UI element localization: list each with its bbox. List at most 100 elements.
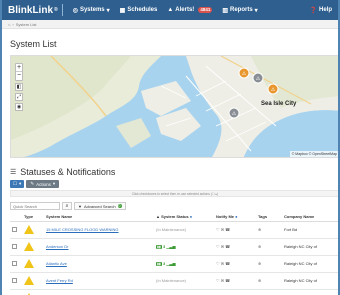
map-layers-button[interactable]: ◧ — [15, 83, 23, 91]
search-icon: ⌕ — [65, 203, 69, 209]
system-status: 3 — [162, 261, 166, 266]
notify-icons[interactable]: ♡ ✉ ☎ — [216, 278, 230, 283]
header-system-name[interactable]: System Name — [44, 213, 154, 222]
notify-icons[interactable]: ♡ ✉ ☎ — [216, 227, 230, 232]
header-select — [10, 213, 22, 222]
header-company-name[interactable]: Company Name — [282, 213, 338, 222]
advanced-search-count: 0 — [117, 204, 122, 208]
zoom-in-button[interactable]: + — [16, 64, 22, 72]
top-navbar: BlinkLink ® ◎ Systems ▾ ▦ Schedules ▲ Al… — [2, 0, 338, 20]
select-dropdown-button[interactable]: ☐ ▾ — [10, 180, 25, 188]
table-row[interactable] — [10, 289, 338, 295]
flood-warning-sign-icon — [24, 241, 34, 251]
search-row: ⌕ ▼ Advanced Search 0 — [10, 202, 126, 210]
flood-warning-sign-icon — [24, 224, 34, 234]
system-status: (In Maintenance) — [156, 278, 187, 283]
alerts-count-badge: 4841 — [198, 7, 213, 13]
row-checkbox[interactable] — [12, 226, 17, 232]
actions-button[interactable]: ✎ Actions ▾ — [26, 180, 60, 188]
table-row[interactable]: 15 MILE CROSSING FLOOD WARNING (In Maint… — [10, 221, 338, 239]
battery-icon: ▮▮ — [156, 245, 162, 249]
brand-name: BlinkLink — [8, 4, 54, 16]
advanced-search-label: Advanced Search — [83, 203, 116, 209]
tag-icon[interactable]: ⊕ — [258, 278, 261, 283]
flood-warning-sign-icon — [24, 258, 34, 268]
system-status: (In Maintenance) — [156, 227, 187, 232]
brand-registered-mark: ® — [54, 7, 58, 13]
breadcrumb-separator: › — [12, 21, 14, 27]
statuses-title: Statuses & Notifications — [20, 167, 116, 177]
header-notify-me[interactable]: Notify Me ● — [214, 213, 256, 222]
svg-text:⚠: ⚠ — [271, 87, 276, 93]
quick-search-input[interactable] — [10, 202, 60, 210]
statuses-heading: ☰ Statuses & Notifications — [10, 167, 115, 177]
map-marker-gray[interactable]: ⚠ — [252, 72, 264, 84]
nav-reports[interactable]: ▥ Reports ▾ — [222, 7, 257, 14]
system-name-link[interactable]: Anderson Dr — [46, 244, 68, 249]
notify-icons[interactable]: ♡ ✉ ☎ — [216, 261, 230, 266]
company-name: Fort Bd — [284, 227, 298, 232]
system-name-link[interactable]: Avent Ferry Rd — [46, 278, 73, 283]
chevron-down-icon: ▾ — [19, 181, 22, 186]
systems-table: Type System Name ▲ System Status ● Notif… — [10, 213, 338, 295]
filter-icon: ▼ — [78, 203, 82, 209]
search-button[interactable]: ⌕ — [62, 202, 72, 210]
nav-systems[interactable]: ◎ Systems ▾ — [73, 7, 110, 14]
row-checkbox[interactable] — [12, 277, 17, 283]
map-attribution[interactable]: © Mapbox © OpenStreetMap — [289, 151, 338, 157]
nav-help[interactable]: ❓ Help — [310, 7, 333, 14]
list-icon: ☰ — [10, 169, 17, 176]
notify-icons[interactable]: ♡ ✉ ☎ — [216, 244, 230, 249]
tag-icon[interactable]: ⊕ — [258, 244, 261, 249]
actions-label: Actions — [36, 181, 51, 187]
map-canvas: ⚠ ⚠ ⚠ ⚠ — [11, 56, 338, 157]
system-name-link[interactable]: Atlantic Ave — [46, 261, 67, 266]
system-map[interactable]: ⚠ ⚠ ⚠ ⚠ + − ◧ ⤢ ◉ Sea Isle City © Mapbox… — [10, 55, 338, 158]
map-marker-orange[interactable]: ⚠ — [267, 83, 279, 95]
table-toolbar: ☐ ▾ ✎ Actions ▾ — [10, 180, 60, 188]
nav-alerts[interactable]: ▲ Alerts! 4841 — [167, 7, 213, 13]
nav-schedules-label: Schedules — [127, 7, 158, 13]
header-system-status-label: System Status — [161, 214, 189, 220]
chevron-down-icon: ▾ — [52, 181, 56, 186]
map-locate-button[interactable]: ◉ — [15, 103, 23, 111]
row-checkbox[interactable] — [12, 260, 17, 266]
tag-icon[interactable]: ⊕ — [258, 261, 261, 266]
pencil-icon: ✎ — [30, 181, 35, 186]
zoom-out-button[interactable]: − — [16, 72, 22, 80]
header-system-status[interactable]: ▲ System Status ● — [154, 213, 214, 222]
brand-divider — [61, 4, 63, 16]
chevron-down-icon: ▾ — [254, 7, 258, 14]
table-row[interactable]: Avent Ferry Rd (In Maintenance) ♡ ✉ ☎ ⊕ … — [10, 272, 338, 290]
home-icon[interactable]: ⌂ — [8, 22, 10, 27]
svg-text:⚠: ⚠ — [242, 71, 247, 77]
battery-icon: ▮▮ — [156, 262, 162, 266]
row-checkbox[interactable] — [12, 243, 17, 249]
map-fullscreen-button[interactable]: ⤢ — [15, 93, 23, 101]
tag-icon[interactable]: ⊕ — [258, 227, 261, 232]
brand-logo[interactable]: BlinkLink ® — [8, 4, 63, 16]
calendar-icon: ▦ — [119, 7, 126, 14]
svg-text:⚠: ⚠ — [232, 111, 237, 117]
company-name: Raleigh NC City of — [284, 261, 317, 266]
system-status: 3 — [162, 244, 166, 249]
company-name: Raleigh NC City of — [284, 244, 317, 249]
selection-hint: Click checkboxes to select then re-use s… — [10, 190, 338, 197]
nav-schedules[interactable]: ▦ Schedules — [120, 7, 158, 14]
app-frame: BlinkLink ® ◎ Systems ▾ ▦ Schedules ▲ Al… — [0, 0, 340, 295]
flood-warning-sign-icon — [24, 275, 34, 285]
header-tags[interactable]: Tags — [256, 213, 282, 222]
system-name-link[interactable]: 15 MILE CROSSING FLOOD WARNING — [46, 227, 119, 232]
table-row[interactable]: Atlantic Ave ▮▮ 3 ▁▃▅ ♡ ✉ ☎ ⊕ Raleigh NC… — [10, 255, 338, 273]
nav-alerts-label: Alerts! — [175, 7, 195, 13]
help-icon: ❓ — [309, 7, 317, 14]
advanced-search-button[interactable]: ▼ Advanced Search 0 — [74, 202, 126, 210]
nav-reports-label: Reports — [230, 7, 253, 13]
checkbox-icon: ☐ — [13, 181, 18, 186]
map-marker-orange[interactable]: ⚠ — [238, 67, 250, 79]
map-marker-gray[interactable]: ⚠ — [228, 107, 240, 119]
table-header-row: Type System Name ▲ System Status ● Notif… — [10, 213, 338, 222]
header-type[interactable]: Type — [22, 213, 44, 222]
map-place-label: Sea Isle City — [261, 101, 297, 107]
table-row[interactable]: Anderson Dr ▮▮ 3 ▁▃▅ ♡ ✉ ☎ ⊕ Raleigh NC … — [10, 238, 338, 256]
